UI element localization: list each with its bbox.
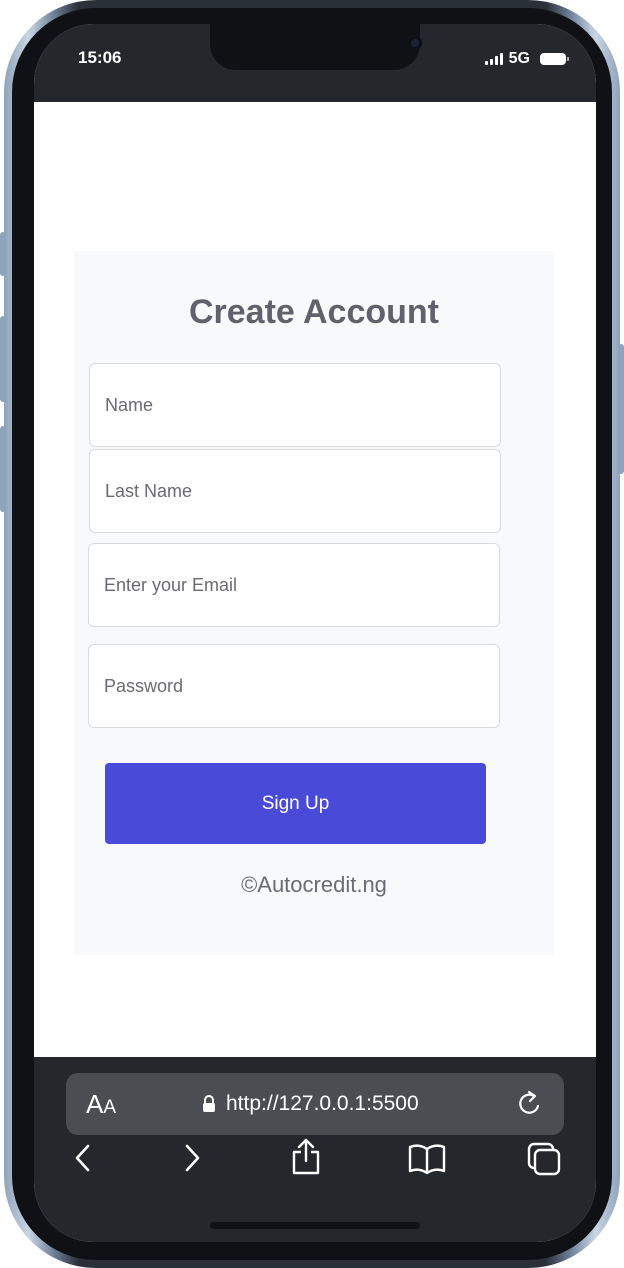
network-type: 5G (508, 50, 530, 67)
share-icon[interactable] (290, 1137, 322, 1177)
silent-switch (0, 232, 6, 276)
reload-icon[interactable] (516, 1089, 544, 1119)
status-bar: 15:06 5G (34, 24, 596, 102)
battery-icon (540, 53, 569, 65)
home-indicator (210, 1222, 420, 1229)
notch (210, 24, 422, 70)
back-icon[interactable] (72, 1143, 96, 1173)
last-name-field[interactable] (89, 449, 501, 533)
power-button (618, 344, 624, 474)
copyright-text: ©Autocredit.ng (241, 872, 387, 897)
status-icons: 5G (484, 50, 569, 68)
password-field[interactable] (88, 644, 500, 728)
screen: 15:06 5G Create Account Sign Up ©Autocre… (34, 24, 596, 1242)
camera-icon (408, 36, 422, 50)
page-title: Create Account (188, 293, 440, 331)
status-time: 15:06 (78, 48, 122, 67)
email-field[interactable] (88, 543, 500, 627)
text-size-label-small: A (103, 1097, 117, 1118)
browser-toolbar: AA http://127.0.0.1:5500 (34, 1057, 596, 1242)
forward-icon[interactable] (179, 1143, 203, 1173)
volume-down-button (0, 426, 6, 512)
url-display[interactable]: http://127.0.0.1:5500 (202, 1092, 419, 1116)
text-size-button[interactable]: AA (86, 1089, 116, 1120)
sign-up-button[interactable]: Sign Up (105, 763, 486, 844)
tabs-icon[interactable] (526, 1141, 562, 1177)
address-bar[interactable]: AA http://127.0.0.1:5500 (66, 1073, 564, 1135)
bookmarks-icon[interactable] (408, 1143, 446, 1175)
volume-up-button (0, 316, 6, 402)
signup-card: Create Account Sign Up ©Autocredit.ng (74, 251, 554, 955)
lock-icon (203, 1095, 215, 1112)
signal-icon (484, 53, 503, 65)
url-text: http://127.0.0.1:5500 (226, 1092, 419, 1115)
text-size-label: A (86, 1089, 104, 1119)
name-field[interactable] (89, 363, 501, 447)
